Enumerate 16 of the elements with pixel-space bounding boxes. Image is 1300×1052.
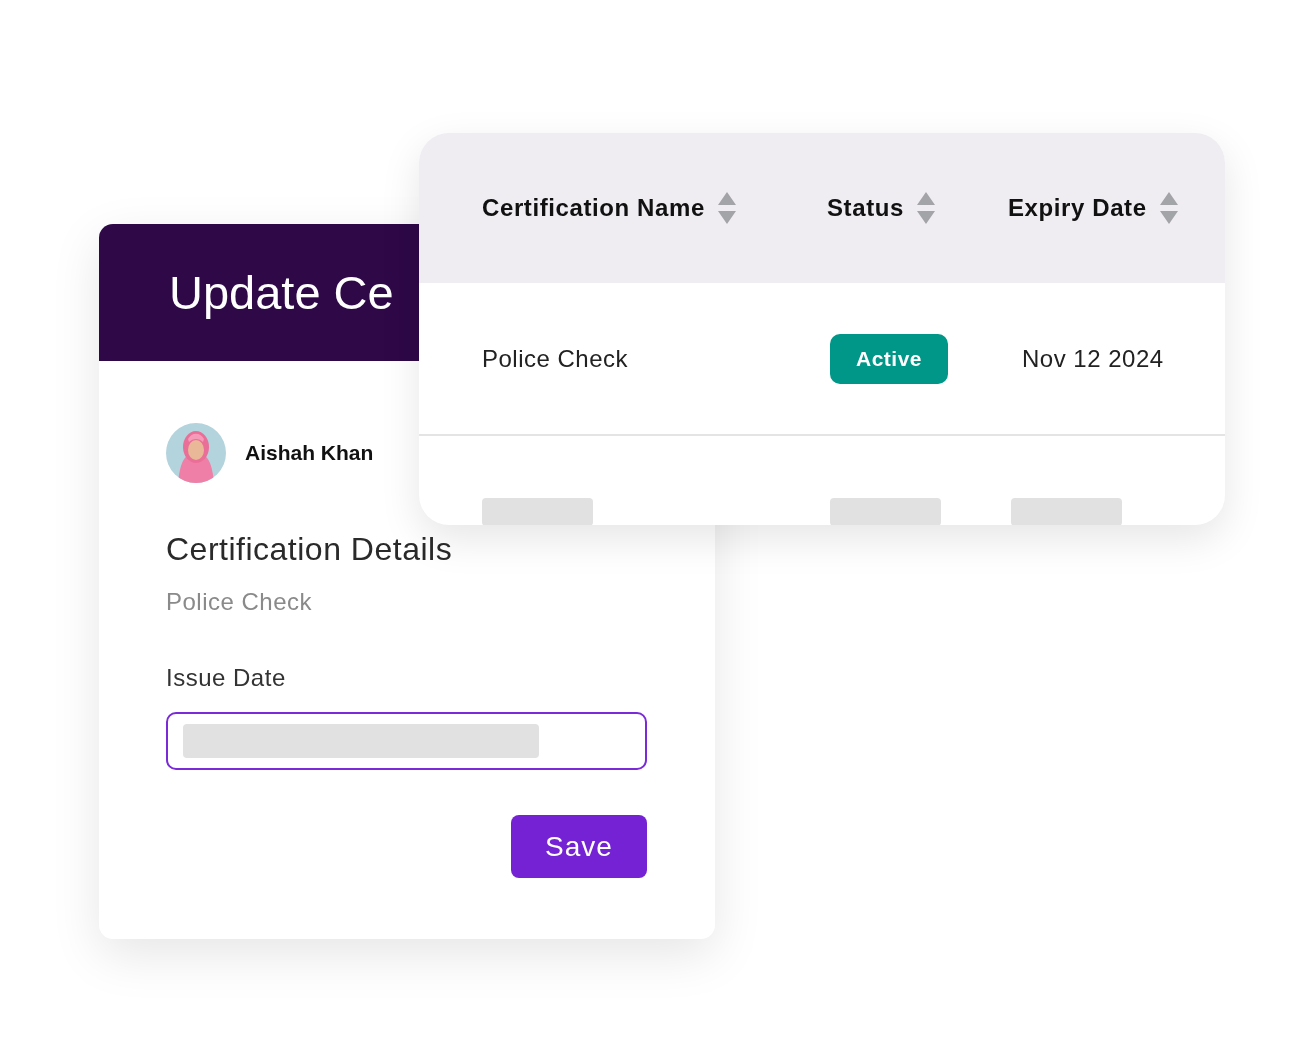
table-cell: Nov 12 2024 (1022, 344, 1164, 372)
field-label: Issue Date (166, 664, 287, 692)
column-header[interactable]: Certification Name (482, 194, 705, 222)
date-field[interactable] (166, 712, 647, 770)
save-button[interactable]: Save (511, 815, 647, 878)
sort-icon[interactable] (915, 191, 936, 225)
column-header[interactable]: Expiry Date (1008, 194, 1147, 222)
table-cell: Police Check (482, 344, 629, 372)
status-badge: Active (830, 333, 949, 384)
form-title: Update Ce (169, 265, 394, 320)
section-title: Certification Details (166, 531, 454, 568)
certification-name: Police Check (166, 588, 314, 616)
sort-icon[interactable] (1158, 191, 1179, 225)
user-name: Aishah Khan (245, 441, 374, 465)
sort-icon[interactable] (716, 191, 737, 225)
column-header[interactable]: Status (827, 194, 904, 222)
